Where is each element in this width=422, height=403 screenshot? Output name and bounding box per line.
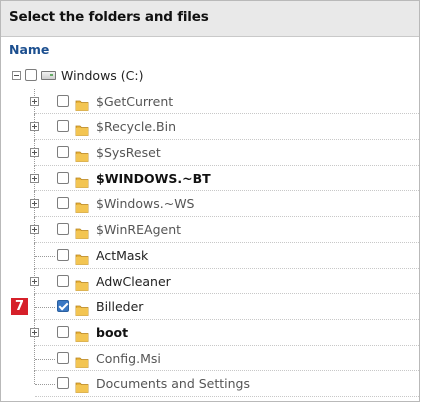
tree-row[interactable]: $Windows.~WS — [1, 191, 419, 218]
folder-checkbox[interactable] — [57, 300, 69, 313]
folder-icon — [75, 146, 89, 162]
folder-icon — [75, 249, 89, 265]
tree-row[interactable]: $WinREAgent — [1, 217, 419, 243]
folder-checkbox[interactable] — [57, 171, 69, 184]
folder-icon — [75, 223, 89, 240]
drive-icon — [41, 71, 56, 80]
folder-label: Documents and Settings — [96, 376, 251, 392]
folder-icon — [75, 95, 89, 111]
folder-icon — [75, 352, 89, 368]
folder-icon — [75, 275, 89, 291]
folder-checkbox[interactable] — [57, 325, 69, 338]
folder-label: $Recycle.Bin — [96, 119, 177, 135]
tree-guide-line — [34, 371, 35, 384]
folder-label: $GetCurrent — [96, 93, 174, 109]
expand-icon[interactable] — [30, 327, 39, 337]
folder-checkbox[interactable] — [57, 248, 69, 261]
expand-icon[interactable] — [30, 96, 39, 106]
tree-row[interactable]: AdwCleaner — [1, 268, 419, 295]
folder-checkbox[interactable] — [57, 377, 69, 390]
expand-icon[interactable] — [30, 173, 39, 183]
step-badge: 7 — [11, 298, 28, 316]
folder-checkbox[interactable] — [57, 146, 69, 159]
expand-icon[interactable] — [30, 148, 39, 158]
tree-connector — [35, 307, 55, 309]
folder-label: Billeder — [96, 299, 144, 315]
tree-row[interactable]: $WINDOWS.~BT — [1, 165, 419, 192]
folder-icon — [75, 377, 89, 394]
folder-label: $Windows.~WS — [96, 196, 195, 212]
folder-label: $WINDOWS.~BT — [96, 170, 211, 186]
tree-root-label: Windows (C:) — [61, 68, 144, 83]
collapse-icon[interactable] — [12, 71, 21, 80]
expand-icon[interactable] — [30, 225, 39, 235]
folder-label: AdwCleaner — [96, 273, 171, 289]
folder-checkbox[interactable] — [57, 351, 69, 364]
tree-row[interactable]: Documents and Settings — [1, 371, 419, 397]
folder-icon — [75, 120, 89, 137]
folder-icon — [75, 326, 89, 342]
tree-row[interactable]: $Recycle.Bin — [1, 114, 419, 141]
name-column-header[interactable]: Name — [1, 37, 419, 63]
folder-tree: Windows (C:) $GetCurrent $Recycle.Bin $Sys… — [1, 63, 419, 397]
tree-row[interactable]: $SysReset — [1, 140, 419, 166]
expand-icon[interactable] — [30, 276, 39, 286]
folder-label: boot — [96, 324, 129, 340]
tree-children: $GetCurrent $Recycle.Bin $SysReset $WINDOWS… — [1, 88, 419, 397]
folder-label: ActMask — [96, 247, 149, 263]
expand-icon[interactable] — [30, 122, 39, 132]
folder-checkbox[interactable] — [57, 94, 69, 107]
folder-icon — [75, 300, 89, 317]
folder-icon — [75, 172, 89, 188]
tree-row[interactable]: 7 Billeder — [1, 294, 419, 320]
tree-connector — [35, 384, 55, 386]
folder-icon — [75, 197, 89, 214]
expand-icon[interactable] — [30, 199, 39, 209]
folder-label: $SysReset — [96, 145, 161, 161]
tree-connector — [35, 358, 55, 360]
tree-row[interactable]: boot — [1, 319, 419, 346]
tree-connector — [35, 255, 55, 257]
folder-checkbox[interactable] — [57, 274, 69, 287]
root-checkbox[interactable] — [25, 69, 37, 81]
tree-row[interactable]: $GetCurrent — [1, 88, 419, 115]
folder-label: Config.Msi — [96, 350, 161, 366]
dialog-title: Select the folders and files — [1, 1, 419, 37]
folder-label: $WinREAgent — [96, 222, 182, 238]
folder-select-dialog: Select the folders and files Name Window… — [0, 0, 420, 402]
folder-checkbox[interactable] — [57, 197, 69, 210]
tree-root-row[interactable]: Windows (C:) — [1, 63, 419, 89]
tree-row[interactable]: ActMask — [1, 242, 419, 269]
folder-checkbox[interactable] — [57, 120, 69, 133]
folder-checkbox[interactable] — [57, 223, 69, 236]
tree-row[interactable]: Config.Msi — [1, 345, 419, 372]
